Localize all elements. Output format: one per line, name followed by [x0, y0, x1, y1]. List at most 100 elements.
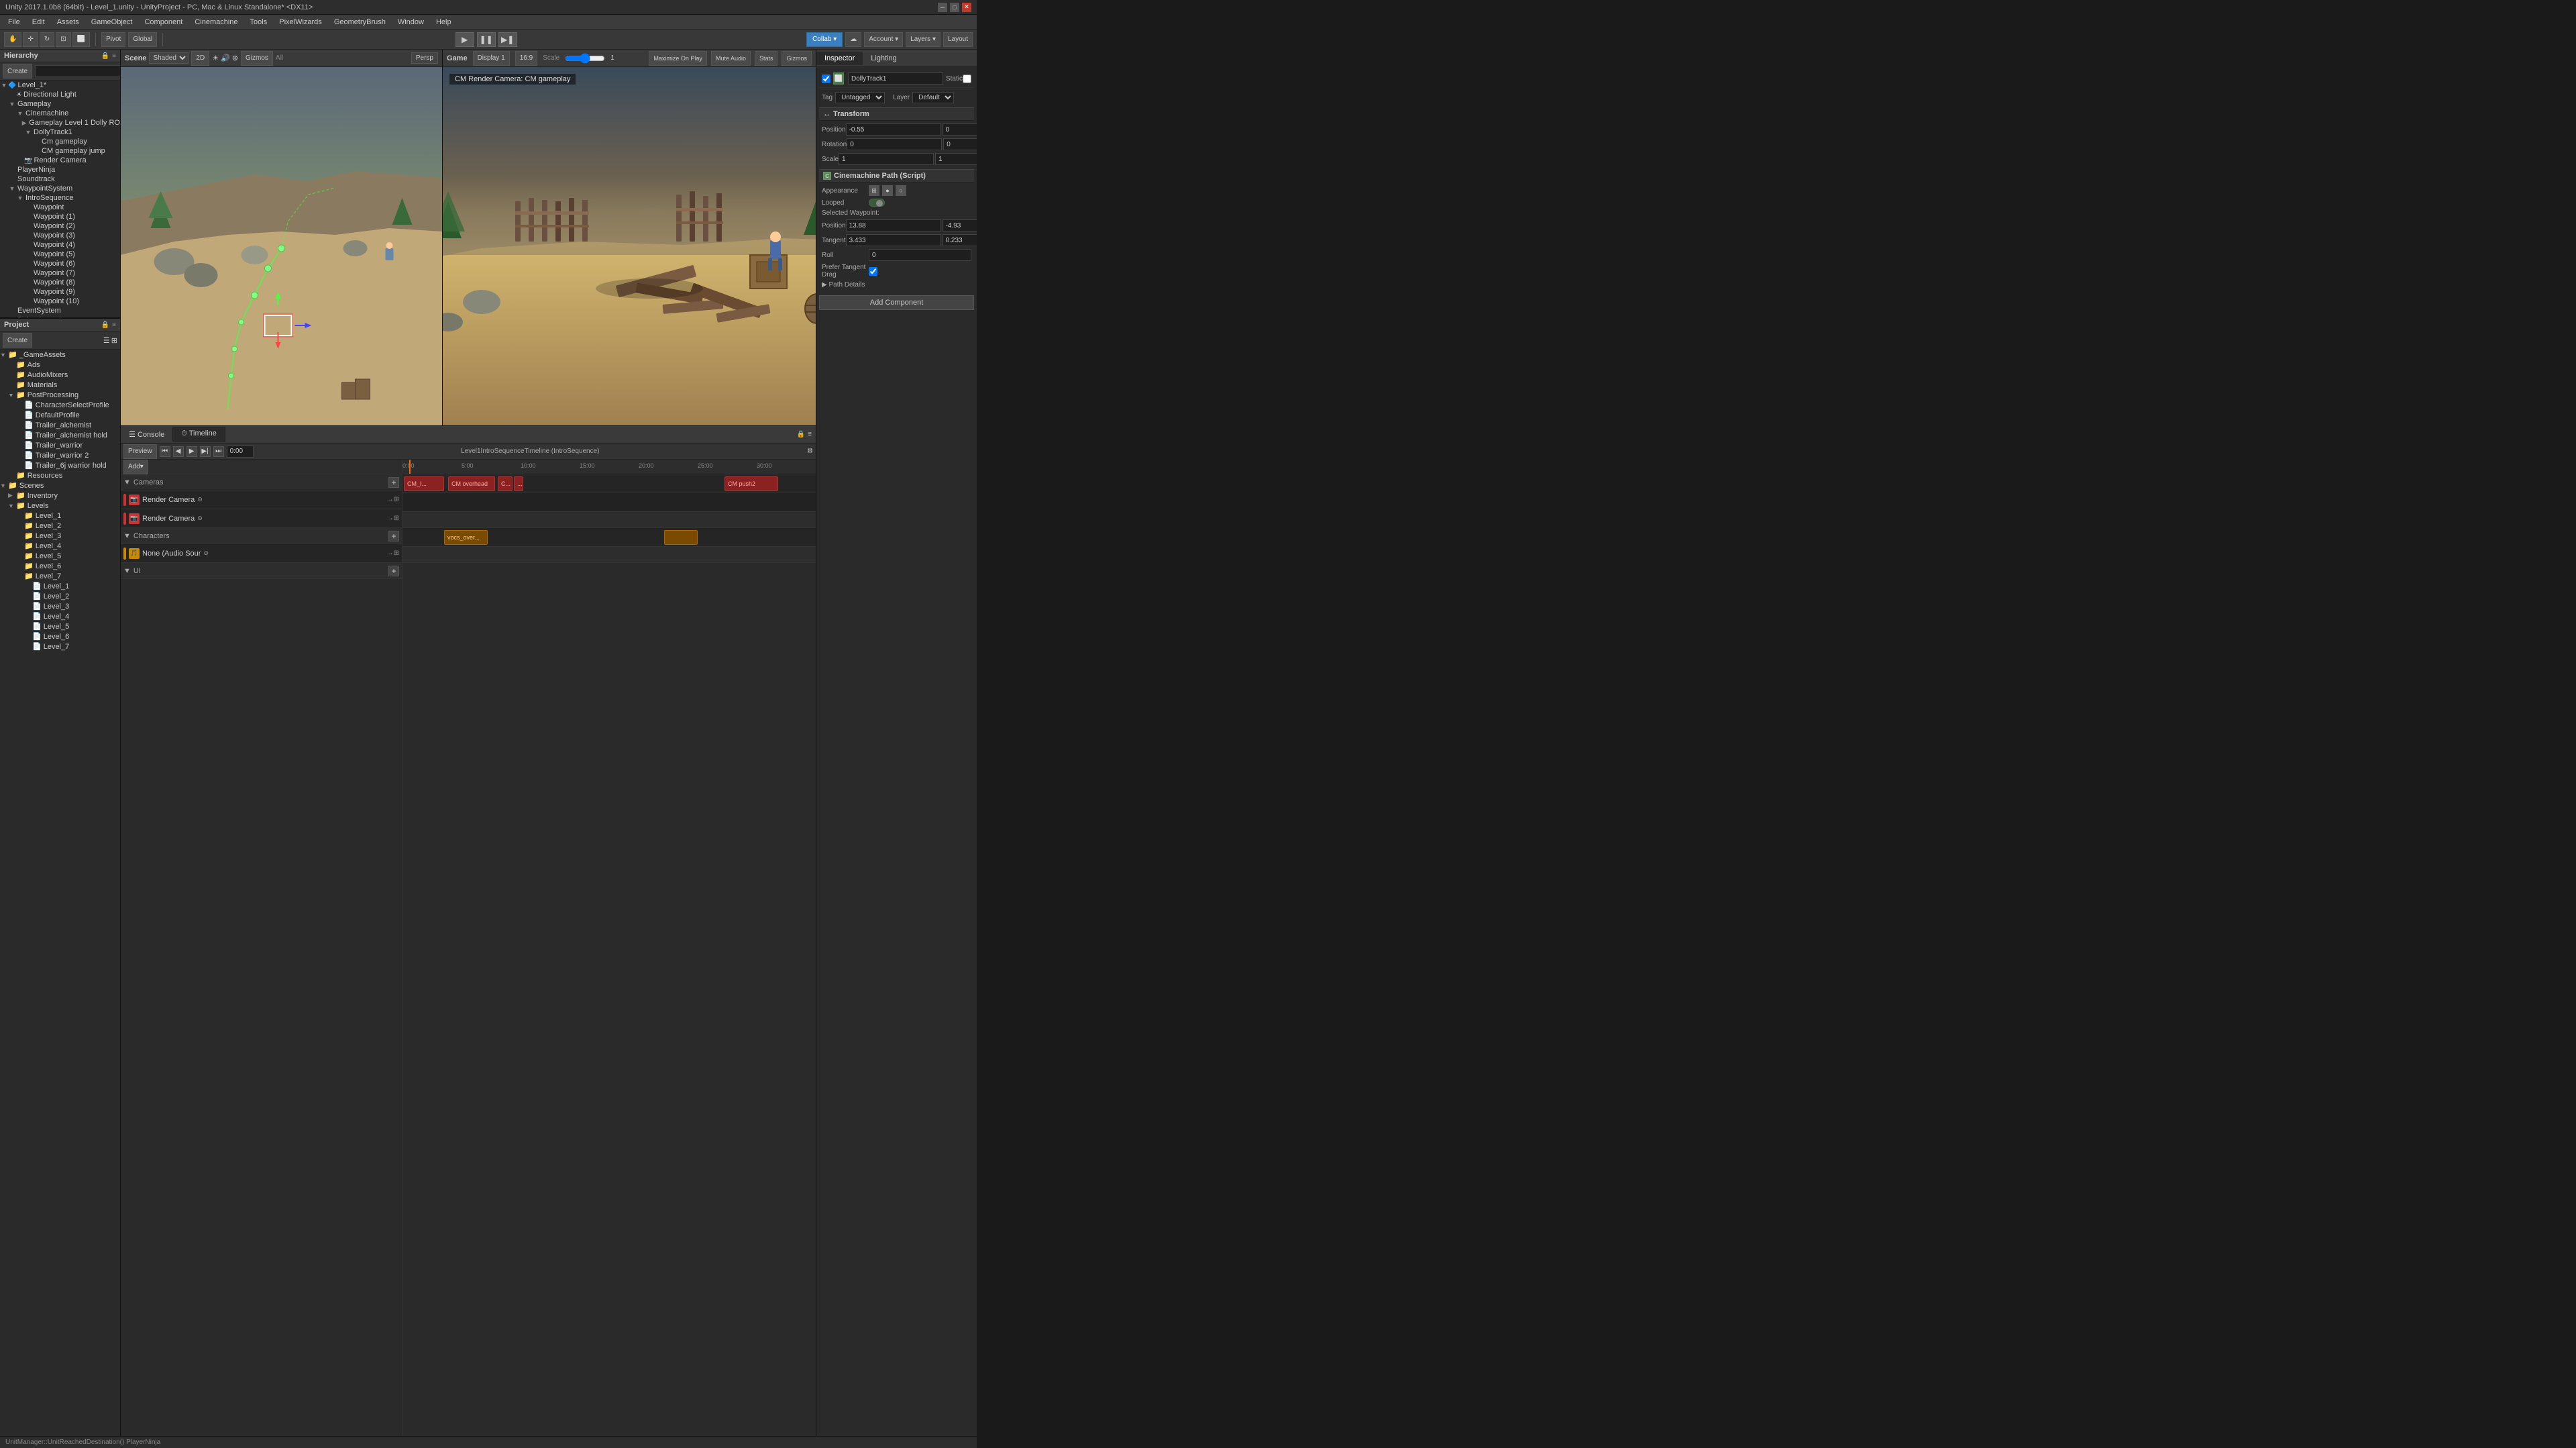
- roll-field[interactable]: [869, 249, 971, 261]
- hierarchy-item-wpsystem[interactable]: ▼ WaypointSystem: [0, 184, 120, 193]
- pos-x-field[interactable]: [846, 123, 941, 136]
- project-item-trailer_warrior[interactable]: 📄 Trailer_warrior: [0, 440, 120, 450]
- track-binding-icon-2[interactable]: ⊙: [197, 515, 203, 522]
- lock-icon[interactable]: 🔒: [101, 52, 109, 60]
- menu-item-edit[interactable]: Edit: [27, 17, 50, 28]
- project-item-lv4a[interactable]: 📁 Level_4: [0, 541, 120, 551]
- clip-cm-dot[interactable]: ...: [514, 476, 523, 491]
- cameras-section[interactable]: ▼ Cameras +: [121, 474, 402, 490]
- hierarchy-item-wp5[interactable]: Waypoint (5): [0, 250, 120, 259]
- layer-dropdown[interactable]: Default: [912, 92, 954, 103]
- clip-vocs[interactable]: vocs_over...: [444, 530, 488, 545]
- project-grid-icon[interactable]: ⊞: [111, 336, 117, 345]
- project-item-trailer_alch_hold[interactable]: 📄 Trailer_alchemist hold: [0, 430, 120, 440]
- project-create-button[interactable]: Create: [3, 333, 32, 348]
- hierarchy-item-dollytrack1[interactable]: ▼ DollyTrack1: [0, 127, 120, 137]
- pos-y-field[interactable]: [943, 123, 977, 136]
- minimize-button[interactable]: ─: [938, 3, 947, 12]
- hierarchy-item-wp3[interactable]: Waypoint (3): [0, 231, 120, 240]
- hierarchy-item-rendercam[interactable]: 📷 Render Camera: [0, 156, 120, 165]
- maximize-button[interactable]: □: [950, 3, 959, 12]
- menu-item-tools[interactable]: Tools: [245, 17, 273, 28]
- layers-button[interactable]: Layers ▾: [906, 32, 941, 47]
- hierarchy-item-wp1[interactable]: Waypoint (1): [0, 212, 120, 221]
- move-tool[interactable]: ✛: [23, 32, 38, 47]
- maximize-on-play-button[interactable]: Maximize On Play: [649, 51, 707, 66]
- project-item-charselect[interactable]: 📄 CharacterSelectProfile: [0, 400, 120, 410]
- project-item-lv6a[interactable]: 📁 Level_6: [0, 561, 120, 571]
- clip-cm-overhead[interactable]: CM overhead: [448, 476, 495, 491]
- timeline-prev-frame[interactable]: ◀: [173, 446, 184, 457]
- game-tab-label[interactable]: Game: [447, 54, 468, 62]
- ui-section[interactable]: ▼ UI +: [121, 563, 402, 579]
- path-details-row[interactable]: ▶ Path Details: [819, 280, 974, 290]
- project-item-defaultprofile[interactable]: 📄 DefaultProfile: [0, 410, 120, 420]
- project-item-scenes[interactable]: ▼ 📁 Scenes: [0, 480, 120, 490]
- wp-pos-x-field[interactable]: [846, 219, 941, 231]
- step-button[interactable]: ▶❚: [498, 32, 517, 47]
- timeline-play-pause[interactable]: ▶: [186, 446, 197, 457]
- hierarchy-item-wp8[interactable]: Waypoint (8): [0, 278, 120, 287]
- project-item-materials[interactable]: 📁 Materials: [0, 380, 120, 390]
- rotate-tool[interactable]: ↻: [40, 32, 54, 47]
- gizmos-button[interactable]: Gizmos: [241, 51, 273, 66]
- project-item-lv2a[interactable]: 📁 Level_2: [0, 521, 120, 531]
- clip-cm-intro[interactable]: CM_I...: [404, 476, 444, 491]
- inspector-tab[interactable]: Inspector: [816, 52, 863, 65]
- tangent-y-field[interactable]: [943, 234, 977, 246]
- track-audio-binding-icon[interactable]: ⊙: [203, 550, 209, 557]
- tag-dropdown[interactable]: Untagged: [835, 92, 885, 103]
- wp-pos-y-field[interactable]: [943, 219, 977, 231]
- hierarchy-item-wp0[interactable]: Waypoint: [0, 203, 120, 212]
- project-item-inventory[interactable]: ▶ 📁 Inventory: [0, 490, 120, 501]
- add-button[interactable]: Add▾: [123, 460, 148, 474]
- game-gizmos-button[interactable]: Gizmos: [782, 51, 812, 66]
- cinemachine-section[interactable]: C Cinemachine Path (Script): [819, 169, 974, 183]
- stats-button[interactable]: Stats: [755, 51, 778, 66]
- project-item-trailer_warrior2[interactable]: 📄 Trailer_warrior 2: [0, 450, 120, 460]
- hierarchy-item-playerninja[interactable]: PlayerNinja: [0, 165, 120, 174]
- menu-item-geometrybrush[interactable]: GeometryBrush: [329, 17, 391, 28]
- timeline-next-frame[interactable]: ▶|: [200, 446, 211, 457]
- menu-icon[interactable]: ≡: [112, 52, 116, 60]
- project-item-lv5b[interactable]: 📄 Level_5: [0, 621, 120, 631]
- timeline-playhead[interactable]: [409, 460, 411, 474]
- appearance-btn3[interactable]: ○: [896, 185, 906, 196]
- global-button[interactable]: Global: [128, 32, 157, 47]
- scene-fx-icon[interactable]: ⊕: [232, 54, 238, 62]
- add-component-button[interactable]: Add Component: [819, 295, 974, 310]
- hierarchy-item-dolly1[interactable]: ▶ Gameplay Level 1 Dolly RO: [0, 118, 120, 127]
- menu-item-file[interactable]: File: [3, 17, 25, 28]
- project-item-postprocessing[interactable]: ▼ 📁 PostProcessing: [0, 390, 120, 400]
- hierarchy-item-cinemachine[interactable]: ▼ Cinemachine: [0, 109, 120, 118]
- cloud-button[interactable]: ☁: [845, 32, 861, 47]
- clip-cm-push2[interactable]: CM push2: [724, 476, 778, 491]
- project-item-lv6b[interactable]: 📄 Level_6: [0, 631, 120, 641]
- menu-icon-timeline[interactable]: ≡: [808, 431, 812, 438]
- rot-x-field[interactable]: [847, 138, 942, 150]
- project-item-trailer_warrior_hold[interactable]: 📄 Trailer_6j warrior hold: [0, 460, 120, 470]
- looped-checkbox[interactable]: [869, 199, 885, 207]
- play-button[interactable]: ▶: [455, 32, 474, 47]
- preview-button[interactable]: Preview: [123, 444, 157, 459]
- scale-x-field[interactable]: [839, 153, 934, 165]
- project-item-lv3a[interactable]: 📁 Level_3: [0, 531, 120, 541]
- project-list-icon[interactable]: ☰: [103, 336, 110, 345]
- static-checkbox[interactable]: [963, 74, 971, 83]
- project-item-lv4b[interactable]: 📄 Level_4: [0, 611, 120, 621]
- hierarchy-item-cmgameplayjump[interactable]: CM gameplay jump: [0, 146, 120, 156]
- menu-item-cinemachine[interactable]: Cinemachine: [189, 17, 243, 28]
- hierarchy-item-wp9[interactable]: Waypoint (9): [0, 287, 120, 297]
- hand-tool[interactable]: ✋: [4, 32, 21, 47]
- cameras-add-button[interactable]: +: [388, 477, 399, 488]
- menu-item-help[interactable]: Help: [431, 17, 457, 28]
- transform-section[interactable]: ↔ Transform: [819, 107, 974, 121]
- appearance-btn2[interactable]: ●: [882, 185, 893, 196]
- console-tab[interactable]: ☰ Console: [121, 427, 173, 442]
- close-button[interactable]: ✕: [962, 3, 971, 12]
- timeline-skip-start[interactable]: ⏮: [160, 446, 170, 457]
- scale-y-field[interactable]: [935, 153, 977, 165]
- clip-cm-c[interactable]: C...: [498, 476, 513, 491]
- pause-button[interactable]: ❚❚: [477, 32, 496, 47]
- hierarchy-item-introsequence[interactable]: ▼ IntroSequence: [0, 193, 120, 203]
